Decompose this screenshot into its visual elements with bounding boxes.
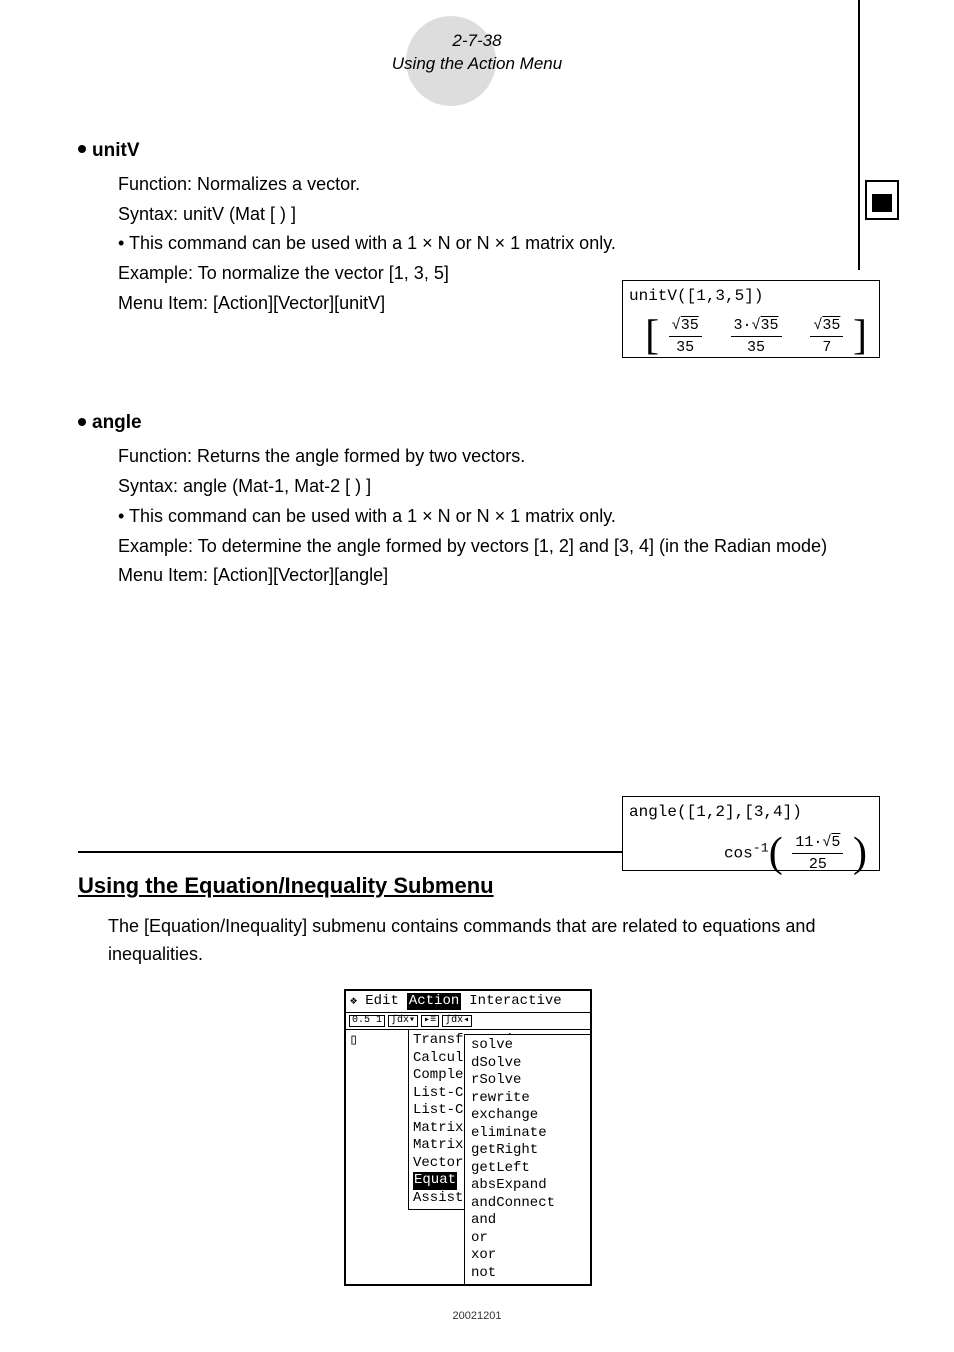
submenu-item[interactable]: dSolve: [471, 1055, 584, 1073]
section-equation-inequality: Using the Equation/Inequality Submenu Th…: [78, 851, 858, 1286]
submenu-item[interactable]: rewrite: [471, 1090, 584, 1108]
toolbar-button[interactable]: ▸≡: [421, 1015, 439, 1027]
calculator-icon: [865, 180, 899, 220]
submenu-item[interactable]: absExpand: [471, 1177, 584, 1195]
action-item-selected[interactable]: Equat: [413, 1172, 457, 1190]
submenu-item[interactable]: getRight: [471, 1142, 584, 1160]
toolbar-button[interactable]: 0.5 1: [349, 1015, 385, 1027]
equation-submenu: solve dSolve rSolve rewrite exchange eli…: [464, 1034, 590, 1284]
section-description: The [Equation/Inequality] submenu contai…: [108, 913, 858, 969]
function-line: Function: Returns the angle formed by tw…: [118, 442, 858, 472]
toolbar-button[interactable]: ∫dx◂: [442, 1015, 472, 1027]
entry-name: angle: [92, 412, 142, 433]
note-line: This command can be used with a 1 × N or…: [118, 229, 858, 259]
calc-screenshot-angle: angle([1,2],[3,4]) cos-1( 11·√525 ): [622, 796, 880, 871]
submenu-item[interactable]: not: [471, 1265, 584, 1283]
submenu-item[interactable]: getLeft: [471, 1160, 584, 1178]
action-item[interactable]: Complex: [413, 1067, 472, 1085]
entry-name: unitV: [92, 140, 140, 161]
calc-input: unitV([1,3,5]): [629, 285, 873, 307]
calc-input: angle([1,2],[3,4]): [629, 801, 873, 823]
function-line: Function: Normalizes a vector.: [118, 170, 858, 200]
syntax-line: Syntax: angle (Mat-1, Mat-2 [ ) ]: [118, 472, 858, 502]
action-item[interactable]: Assist: [413, 1190, 463, 1208]
submenu-item[interactable]: rSolve: [471, 1072, 584, 1090]
entry-title-angle: angle: [78, 412, 858, 434]
submenu-item[interactable]: exchange: [471, 1107, 584, 1125]
entry-title-unitV: unitV: [78, 140, 858, 162]
submenu-item[interactable]: xor: [471, 1247, 584, 1265]
menubar: ❖ Edit Action Interactive: [346, 991, 590, 1014]
editor-cursor[interactable]: ▯: [346, 1030, 408, 1210]
example-line: Example: To determine the angle formed b…: [118, 532, 858, 562]
menu-line: Menu Item: [Action][Vector][angle]: [118, 561, 858, 591]
toolbar: 0.5 1 ∫dx▾ ▸≡ ∫dx◂: [346, 1013, 590, 1030]
menu-screenshot: ❖ Edit Action Interactive 0.5 1 ∫dx▾ ▸≡ …: [344, 989, 592, 1287]
toolbar-button[interactable]: ∫dx▾: [388, 1015, 418, 1027]
menubar-chevron-icon[interactable]: ❖: [350, 994, 357, 1009]
entry-unitV: unitV Function: Normalizes a vector. Syn…: [78, 140, 858, 318]
menubar-action[interactable]: Action: [407, 993, 461, 1011]
content-area: unitV Function: Normalizes a vector. Syn…: [78, 140, 858, 1286]
submenu-item[interactable]: eliminate: [471, 1125, 584, 1143]
calc-output: [ √3535 3·√3535 √357 ]: [629, 307, 873, 366]
footer-code: 20021201: [0, 1310, 954, 1322]
submenu-item[interactable]: or: [471, 1230, 584, 1248]
right-divider: [858, 0, 860, 270]
action-item[interactable]: Vector: [413, 1155, 463, 1173]
calc-output: cos-1( 11·√525 ): [629, 824, 873, 883]
bullet-icon: [78, 145, 86, 153]
menubar-edit[interactable]: Edit: [363, 993, 401, 1011]
page-ref: 2-7-38: [0, 30, 954, 53]
syntax-line: Syntax: unitV (Mat [ ) ]: [118, 200, 858, 230]
note-line: This command can be used with a 1 × N or…: [118, 502, 858, 532]
menubar-interactive[interactable]: Interactive: [467, 993, 563, 1011]
entry-angle: angle Function: Returns the angle formed…: [78, 412, 858, 590]
submenu-item[interactable]: and: [471, 1212, 584, 1230]
page-title: Using the Action Menu: [0, 53, 954, 76]
entry-body: Function: Returns the angle formed by tw…: [118, 442, 858, 590]
page-header: 2-7-38 Using the Action Menu: [0, 30, 954, 76]
submenu-item[interactable]: solve: [471, 1037, 584, 1055]
submenu-item[interactable]: andConnect: [471, 1195, 584, 1213]
bullet-icon: [78, 418, 86, 426]
calc-screenshot-unitV: unitV([1,3,5]) [ √3535 3·√3535 √357 ]: [622, 280, 880, 358]
